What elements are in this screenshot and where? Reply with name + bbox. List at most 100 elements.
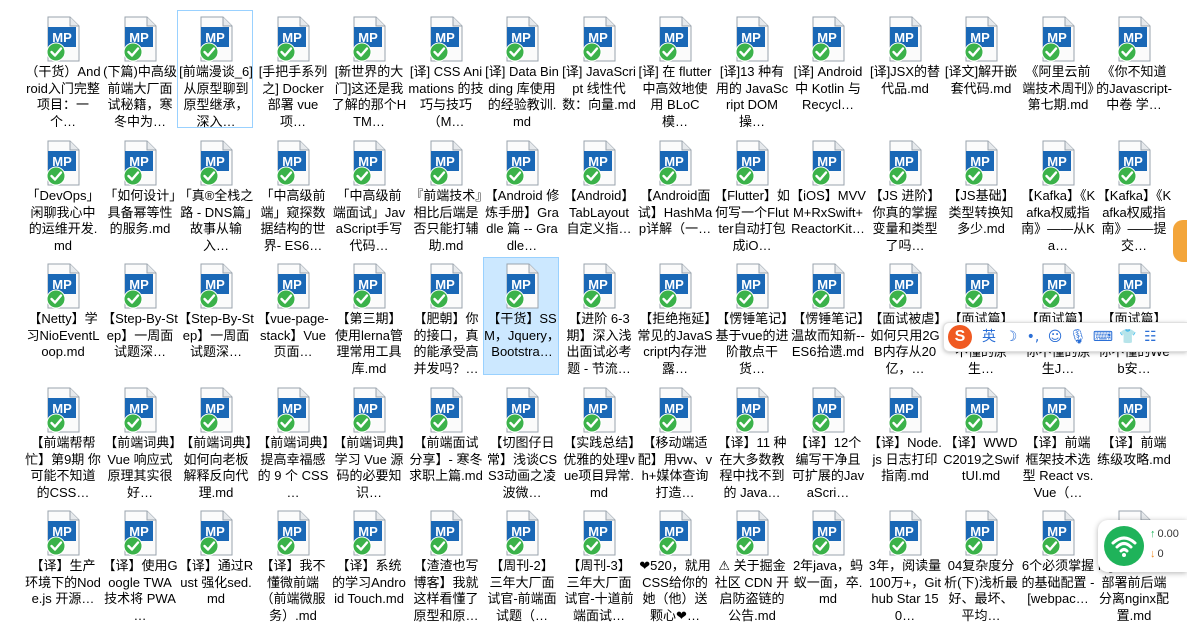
file-item[interactable]: MP 【周刊-3】三年大厂面试官-十道前端面试… bbox=[560, 504, 636, 623]
file-item[interactable]: MP 【Netty】学习NioEventLoop.md bbox=[24, 257, 100, 375]
markdown-file-icon: MP bbox=[733, 387, 771, 435]
file-item[interactable]: MP【面试篇】寒冬求职之你不懂的Web安… bbox=[1095, 257, 1171, 376]
file-item[interactable]: MP 【前端词典】Vue 响应式原理其实很好… bbox=[101, 381, 177, 500]
file-item[interactable]: MP 3年，阅读量100万+，Github Star 150… bbox=[866, 504, 942, 623]
file-item[interactable]: MP 【Step-By-Step】一周面试题深… bbox=[177, 257, 254, 375]
side-pull-tab[interactable] bbox=[1173, 220, 1187, 262]
file-item[interactable]: MP 【面试被虐】如何只用2GB内存从20亿，… bbox=[866, 257, 942, 376]
skin-icon[interactable]: 👕 bbox=[1119, 323, 1136, 351]
file-item[interactable]: MP 【译】生产环境下的Node.js 开源… bbox=[24, 504, 101, 622]
file-item[interactable]: MP 【愣锤笔记】温故而知新--ES6拾遗.md bbox=[789, 257, 865, 375]
markdown-file-icon: MP bbox=[809, 510, 847, 558]
file-item[interactable]: MP 【译】前端框架技术选型 React vs. Vue（… bbox=[1019, 381, 1095, 500]
file-item[interactable]: MP 【译】11 种在大多数教程中找不到的 Java… bbox=[713, 381, 789, 500]
punctuation-icon[interactable]: •, bbox=[1025, 323, 1041, 351]
markdown-file-icon: MP bbox=[197, 510, 235, 558]
file-item[interactable]: MP 【Kafka】《Kafka权威指南》——从Ka… bbox=[1019, 134, 1095, 253]
microphone-icon[interactable]: 🎙 bbox=[1069, 323, 1087, 351]
file-item[interactable]: MP [译] 在 flutter 中高效地使用 BLoC 模… bbox=[636, 10, 712, 129]
file-item[interactable]: MP 『前端技术』相比后端是否只能打辅助.md bbox=[407, 134, 483, 253]
markdown-file-icon: MP bbox=[580, 387, 618, 435]
file-item[interactable]: MP 【JS基础】类型转换知多少.md bbox=[942, 134, 1018, 252]
file-item[interactable]: MP 【切图仔日常】浅谈CSS3动画之凌波微… bbox=[483, 381, 559, 500]
file-item[interactable]: MP 【Flutter】如何写一个Flutter自动打包成iO… bbox=[713, 134, 790, 253]
file-item[interactable]: MP 【前端词典】如何向老板解释反向代理.md bbox=[177, 381, 253, 500]
file-item[interactable]: MP 【移动端适配】用vw、vh+媒体查询打造… bbox=[636, 381, 712, 500]
file-item[interactable]: MP 【Kafka】《Kafka权威指南》——提交… bbox=[1095, 134, 1171, 253]
file-item[interactable]: MP [译] Android 中 Kotlin 与 Recycl… bbox=[789, 10, 865, 128]
file-item[interactable]: MP 【译】WWDC2019之SwiftUI.md bbox=[942, 381, 1019, 499]
file-item[interactable]: MP 【第三期】使用lerna管理常用工具库.md bbox=[330, 257, 406, 376]
file-item[interactable]: MP 【Step-By-Step】一周面试题深… bbox=[101, 257, 178, 375]
keyboard-icon[interactable]: ⌨ bbox=[1093, 323, 1113, 351]
file-item[interactable]: MP [译] JavaScript 线性代数：向量.md bbox=[560, 10, 636, 128]
file-item[interactable]: MP 【译】使用Google TWA 技术将 PWA … bbox=[101, 504, 178, 623]
file-item[interactable]: MP 【Android】TabLayout 自定义指… bbox=[560, 134, 636, 252]
network-speed-widget[interactable]: ↑ 0.00 ↓ 0 bbox=[1098, 520, 1187, 572]
file-item[interactable]: MP 【拒绝拖延】常见的JavaScript内存泄露… bbox=[636, 257, 713, 376]
file-item[interactable]: MP 「如何设计」具备幂等性的服务.md bbox=[101, 134, 177, 252]
file-item[interactable]: MP 【周刊-2】三年大厂面试官-前端面试题（… bbox=[483, 504, 559, 623]
file-item[interactable]: MP 【渣渣也写博客】我就这样看懂了原型和原… bbox=[407, 504, 483, 623]
file-item[interactable]: MP 【译】系统的学习Android Touch.md bbox=[330, 504, 406, 622]
file-item[interactable]: MP 【前端词典】提高幸福感的 9 个 CSS … bbox=[254, 381, 330, 500]
file-item[interactable]: MP 【干货】SSM，Jquery，Bootstra… bbox=[483, 257, 560, 375]
file-item[interactable]: MP ❤520，就用CSS给你的她（他）送颗心❤… bbox=[636, 504, 712, 623]
markdown-file-icon: MP bbox=[1115, 387, 1153, 435]
file-item[interactable]: MP 【实践总结】优雅的处理vue项目异常.md bbox=[560, 381, 636, 500]
file-item[interactable]: MP 【译】通过Rust 强化sed.md bbox=[177, 504, 253, 622]
file-name-label: 「如何设计」具备幂等性的服务.md bbox=[104, 188, 176, 236]
file-item[interactable]: MP [译] CSS Animations 的技巧与技巧（M… bbox=[407, 10, 484, 129]
file-item[interactable]: MP 【前端帮帮忙】第9期 你可能不知道的CSS… bbox=[24, 381, 101, 500]
menu-grid-icon[interactable]: ☷ bbox=[1142, 323, 1158, 351]
file-item[interactable]: MP 【进阶 6-3 期】深入浅出面试必考题 - 节流… bbox=[560, 257, 636, 376]
file-item[interactable]: MP 【译】12个编写干净且可扩展的JavaScri… bbox=[789, 381, 865, 500]
file-item[interactable]: MP 2年java，蚂蚁一面，卒.md bbox=[789, 504, 865, 622]
sogou-logo-icon[interactable]: S bbox=[948, 325, 972, 349]
file-item[interactable]: MP 【译】前端练级攻略.md bbox=[1095, 381, 1171, 499]
file-item[interactable]: MP 【译】Node.js 日志打印指南.md bbox=[866, 381, 942, 499]
file-item[interactable]: MP （干货）Android入门完整项目：一个… bbox=[24, 10, 101, 129]
file-item[interactable]: MP 04复杂度分析(下)浅析最好、最坏、平均… bbox=[942, 504, 1018, 623]
ime-lang-toggle[interactable]: 英 bbox=[981, 323, 997, 351]
file-item[interactable]: MP 【前端面试分享】- 寒冬求职上篇.md bbox=[407, 381, 483, 499]
file-item[interactable]: MP 【肥朝】你的接口，真的能承受高并发吗？… bbox=[407, 257, 483, 376]
file-item[interactable]: MP 【iOS】MVVM+RxSwift+ReactorKit… bbox=[789, 134, 866, 252]
file-item[interactable]: MP [新世界的大门]这还是我了解的那个HTM… bbox=[330, 10, 406, 129]
file-item[interactable]: MP 「真®全栈之路 - DNS篇」故事从输入… bbox=[177, 134, 253, 253]
file-item[interactable]: MP 【译】我不懂微前端（前端微服务）.md bbox=[254, 504, 330, 623]
file-item[interactable]: MP [译]13 种有用的 JavaScript DOM 操… bbox=[713, 10, 789, 129]
file-item[interactable]: MP 「DevOps」闲聊我心中的运维开发.md bbox=[24, 134, 100, 253]
moon-icon[interactable]: ☽ bbox=[1003, 323, 1019, 351]
file-item[interactable]: MP 【JS 进阶】你真的掌握变量和类型了吗… bbox=[866, 134, 942, 253]
file-item[interactable]: MP 【vue-page-stack】Vue页面… bbox=[254, 257, 330, 375]
file-item[interactable]: MP (下篇)中高级前端大厂面试秘籍，寒冬中为… bbox=[101, 10, 177, 129]
file-item[interactable]: MP [译文]解开嵌套代码.md bbox=[942, 10, 1018, 128]
file-item[interactable]: MP 【前端词典】学习 Vue 源码的必要知识… bbox=[330, 381, 406, 500]
markdown-file-icon: MP bbox=[350, 16, 388, 64]
file-item[interactable]: MP 【Android 修炼手册】Gradle 篇 -- Gradle… bbox=[483, 134, 559, 253]
file-item[interactable]: MP 「中高级前端」窥探数据结构的世界- ES6… bbox=[254, 134, 330, 253]
file-item[interactable]: MP 【愣锤笔记】基于vue的进阶散点干货… bbox=[713, 257, 789, 376]
file-item[interactable]: MP 【Android面试】HashMap详解（一… bbox=[636, 134, 712, 252]
file-item[interactable]: MP 《你不知道的Javascript-中卷 学… bbox=[1095, 10, 1172, 128]
file-item[interactable]: MP 《阿里云前端技术周刊》第七期.md bbox=[1019, 10, 1095, 128]
markdown-file-icon: MP bbox=[1115, 263, 1153, 311]
file-item[interactable]: MP【面试篇】寒冬求职之你不懂的原生J… bbox=[1019, 257, 1095, 376]
file-name-label: 【Step-By-Step】一周面试题深… bbox=[102, 311, 178, 359]
file-item[interactable]: MP【面试篇】全面攻坚你不懂的原生… bbox=[942, 257, 1018, 376]
file-item[interactable]: MP 「中高级前端面试」JavaScript手写代码… bbox=[330, 134, 406, 253]
ime-toolbar[interactable]: S 英 ☽ •, ☺ 🎙 ⌨ 👕 ☷ bbox=[943, 322, 1187, 352]
file-item[interactable]: MP 6个必须掌握的基础配置 - [webpac… bbox=[1019, 504, 1095, 622]
file-name-label: 【前端帮帮忙】第9期 你可能不知道的CSS… bbox=[25, 435, 101, 500]
markdown-file-icon: MP bbox=[44, 387, 82, 435]
file-item[interactable]: MP [手把手系列之] Docker 部署 vue 项… bbox=[254, 10, 330, 129]
file-item[interactable]: MP [译]JSX的替代品.md bbox=[866, 10, 942, 128]
markdown-file-icon: MP bbox=[1039, 387, 1077, 435]
file-item[interactable]: MP [译] Data Binding 库使用的经验教训.md bbox=[483, 10, 559, 129]
file-name-label: 【前端词典】如何向老板解释反向代理.md bbox=[180, 435, 252, 500]
emoji-icon[interactable]: ☺ bbox=[1047, 323, 1063, 351]
markdown-file-icon: MP bbox=[886, 140, 924, 188]
file-item[interactable]: MP [前端漫谈_6] 从原型聊到原型继承，深入… bbox=[177, 10, 253, 129]
file-item[interactable]: MP ⚠ 关于掘金社区 CDN 开启防盗链的公告.md bbox=[713, 504, 789, 623]
